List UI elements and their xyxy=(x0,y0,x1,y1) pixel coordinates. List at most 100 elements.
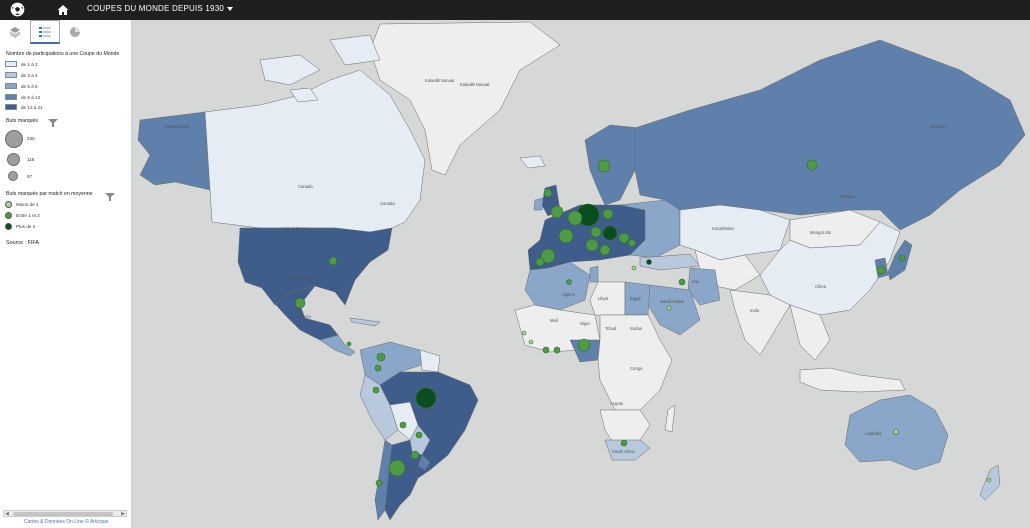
source-text: Source : FIFA xyxy=(6,240,39,246)
goal-circle[interactable] xyxy=(986,477,992,483)
legend-label-1: de 1 à 2 xyxy=(21,62,38,67)
filter-icon[interactable] xyxy=(48,118,58,128)
goals-value-small: 57 xyxy=(27,174,33,179)
label-alaska: United States xyxy=(165,124,190,129)
goal-circle[interactable] xyxy=(543,188,553,198)
goal-circle[interactable] xyxy=(597,159,611,173)
label-sudan: Sudan xyxy=(630,326,643,331)
avg-label-low: Moins de 1 xyxy=(16,202,39,207)
goals-value-large: 230 xyxy=(27,136,35,141)
label-greenland-1: Kalaallit Nunaat xyxy=(425,78,455,83)
label-saudi: Saudi Arabia xyxy=(660,299,684,304)
goal-circle[interactable] xyxy=(521,330,527,336)
tab-legend[interactable] xyxy=(30,20,60,44)
goal-circle[interactable] xyxy=(567,210,583,226)
goal-circle[interactable] xyxy=(585,238,599,252)
label-india: India xyxy=(750,308,760,313)
label-mexico: Mexico xyxy=(298,314,312,319)
goal-circle[interactable] xyxy=(553,346,561,354)
pie-chart-icon xyxy=(70,27,80,37)
goal-circle[interactable] xyxy=(806,159,818,171)
label-canada: Canada xyxy=(298,184,313,189)
filter-icon[interactable] xyxy=(105,192,115,202)
football-logo-icon xyxy=(10,2,25,17)
goal-circle[interactable] xyxy=(599,244,611,256)
goal-circle[interactable] xyxy=(646,259,652,265)
goal-circle[interactable] xyxy=(528,339,534,345)
goal-circle[interactable] xyxy=(666,305,672,311)
label-canada-2: Canada xyxy=(380,201,395,206)
goal-circle[interactable] xyxy=(558,228,574,244)
avg-dot-mid xyxy=(5,212,12,219)
goal-circle[interactable] xyxy=(376,352,386,362)
label-china: China xyxy=(815,284,827,289)
tab-layers[interactable] xyxy=(0,20,30,44)
goal-circle[interactable] xyxy=(375,479,383,487)
scroll-thumb[interactable] xyxy=(13,512,113,516)
goal-circle[interactable] xyxy=(566,279,572,285)
goal-circle[interactable] xyxy=(550,205,564,219)
goal-circle[interactable] xyxy=(620,439,628,447)
goal-circle[interactable] xyxy=(876,265,886,275)
home-icon[interactable] xyxy=(56,3,70,17)
goal-circle[interactable] xyxy=(415,387,437,409)
goal-circle[interactable] xyxy=(346,341,352,347)
legend-goals-title: Buts marqués xyxy=(6,118,39,124)
label-algeria: Algérie xyxy=(562,292,576,297)
goal-circle[interactable] xyxy=(415,431,423,439)
goal-circle[interactable] xyxy=(898,254,906,262)
goals-circle-large xyxy=(5,130,23,148)
goal-circle[interactable] xyxy=(399,421,407,429)
legend-label-3: de 5 à 8 xyxy=(21,84,38,89)
tunisia[interactable] xyxy=(589,265,599,283)
world-map[interactable]: Kalaallit Nunaat Kalaallit Nunaat United… xyxy=(132,20,1030,528)
ireland[interactable] xyxy=(533,197,544,211)
goal-circle[interactable] xyxy=(628,239,636,247)
goal-circle[interactable] xyxy=(410,450,420,460)
label-mongolia: Mongol Uls xyxy=(810,230,831,235)
label-egypt: Egypt xyxy=(630,296,642,301)
goal-circle[interactable] xyxy=(602,208,614,220)
goal-circle[interactable] xyxy=(678,278,686,286)
goal-circle[interactable] xyxy=(388,459,406,477)
goal-circle[interactable] xyxy=(590,226,602,238)
legend-participations-title: Nombre de participations à une Coupe du … xyxy=(6,51,120,57)
credits-link[interactable]: Cartes & Données On Line © Articque xyxy=(24,519,108,525)
layers-icon xyxy=(9,27,21,38)
legend-swatch-2 xyxy=(5,72,17,78)
tab-chart[interactable] xyxy=(60,20,90,44)
goal-circle[interactable] xyxy=(618,232,630,244)
goal-circle[interactable] xyxy=(631,265,637,271)
label-russia-2: Rossiya xyxy=(930,124,946,129)
legend-swatch-4 xyxy=(5,94,17,100)
label-brazil: Brasil xyxy=(425,408,436,413)
label-drc: Congo xyxy=(630,366,643,371)
label-mali: Mali xyxy=(550,318,558,323)
app-title: COUPES DU MONDE DEPUIS 1930 xyxy=(87,4,224,13)
goal-circle[interactable] xyxy=(535,257,545,267)
scroll-left-icon[interactable]: ◀ xyxy=(5,511,9,517)
legend-label-4: de 9 à 12 xyxy=(21,95,41,100)
goal-circle[interactable] xyxy=(893,429,899,435)
goal-circle[interactable] xyxy=(374,364,382,372)
goal-circle[interactable] xyxy=(294,297,306,309)
sidebar: Nombre de participations à une Coupe du … xyxy=(0,20,132,528)
goal-circle[interactable] xyxy=(602,225,618,241)
goals-value-medium: 115 xyxy=(27,157,35,162)
label-libya: Libyā xyxy=(598,296,609,301)
avg-label-mid: Entre 1 et 2 xyxy=(16,213,40,218)
label-greenland-2: Kalaallit Nunaat xyxy=(460,82,490,87)
goal-circle[interactable] xyxy=(542,346,550,354)
goal-circle[interactable] xyxy=(328,256,338,266)
goal-circle[interactable] xyxy=(372,386,380,394)
horizontal-scrollbar[interactable]: ◀ ▶ xyxy=(3,510,127,517)
label-niger: Niger xyxy=(580,321,591,326)
label-south-africa: South Africa xyxy=(612,449,635,454)
legend-label-5: de 13 à 21 xyxy=(21,105,43,110)
avg-label-high: Plus de 2 xyxy=(16,224,36,229)
goal-circle[interactable] xyxy=(577,338,591,352)
app-title-dropdown[interactable]: COUPES DU MONDE DEPUIS 1930 xyxy=(87,4,233,13)
scroll-right-icon[interactable]: ▶ xyxy=(121,511,125,517)
label-kazakhstan: Kazakhstan xyxy=(712,226,735,231)
legend-swatch-3 xyxy=(5,83,17,89)
